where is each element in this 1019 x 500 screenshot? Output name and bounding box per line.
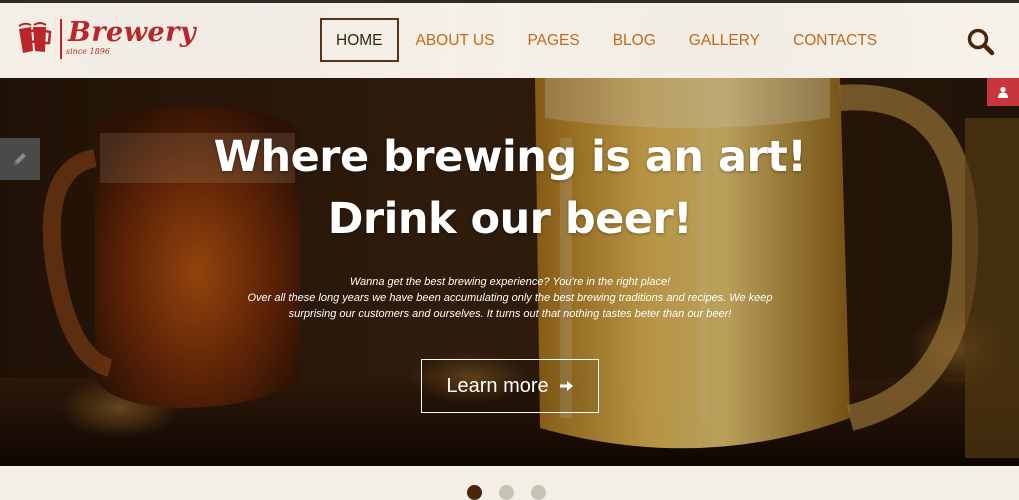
nav-gallery[interactable]: GALLERY — [673, 18, 776, 62]
hero-subtitle-line-1: Wanna get the best brewing experience? Y… — [349, 276, 671, 288]
logo-tagline: since 1896 — [66, 47, 110, 56]
learn-more-button[interactable]: Learn more — [421, 359, 599, 413]
logo-wordmark: Brewery — [68, 17, 197, 48]
hero-title: Where brewing is an art! Drink our beer! — [213, 132, 807, 244]
brewery-logo[interactable]: Brewery since 1896 — [16, 17, 206, 67]
nav-contacts[interactable]: CONTACTS — [777, 18, 893, 62]
search-button[interactable] — [966, 27, 996, 57]
user-account-button[interactable] — [987, 78, 1019, 106]
nav-about-us[interactable]: ABOUT US — [400, 18, 511, 62]
nav-home[interactable]: HOME — [320, 18, 399, 62]
edit-panel-toggle[interactable] — [0, 138, 40, 180]
slider-pagination — [467, 485, 563, 500]
beer-mugs-icon — [18, 22, 52, 53]
hero-subtitle: Wanna get the best brewing experience? Y… — [240, 274, 780, 322]
main-nav: HOME ABOUT US PAGES BLOG GALLERY CONTACT… — [320, 18, 894, 62]
hero-slider: Where brewing is an art! Drink our beer!… — [0, 78, 1019, 466]
pencil-icon — [14, 153, 26, 165]
learn-more-label: Learn more — [446, 374, 549, 397]
search-icon — [967, 28, 995, 56]
arrow-right-icon — [559, 381, 573, 391]
slider-dot-2[interactable] — [499, 485, 514, 500]
site-header: Brewery since 1896 HOME ABOUT US PAGES B… — [0, 3, 1019, 78]
user-icon — [998, 86, 1008, 98]
slider-dot-3[interactable] — [531, 485, 546, 500]
nav-blog[interactable]: BLOG — [597, 18, 672, 62]
nav-pages[interactable]: PAGES — [511, 18, 595, 62]
hero-subtitle-line-2: Over all these long years we have been a… — [247, 292, 773, 320]
slider-dot-1[interactable] — [467, 485, 482, 500]
logo-divider — [60, 19, 62, 59]
